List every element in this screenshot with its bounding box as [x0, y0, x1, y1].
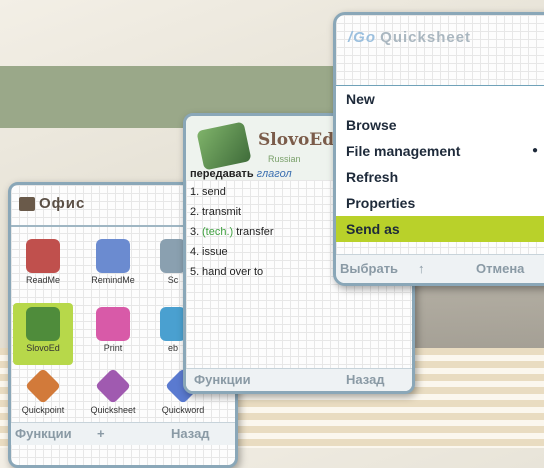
app-label: Sc — [167, 275, 179, 285]
softkey-bar: Функции Назад — [186, 368, 412, 391]
menu-item-file-management[interactable]: File management ● — [336, 138, 544, 164]
spreadsheet-icon — [94, 367, 132, 405]
app-label: Quickpoint — [21, 405, 65, 415]
softkey-select[interactable]: Выбрать — [340, 261, 398, 276]
menu-item-new[interactable]: New — [336, 86, 544, 112]
app-label: ReadMe — [25, 275, 61, 285]
app-label: Quicksheet — [90, 405, 136, 415]
menu-item-refresh[interactable]: Refresh — [336, 164, 544, 190]
screen-title: Офис — [39, 195, 86, 212]
list-item[interactable]: 5. hand over to — [190, 262, 274, 282]
app-quicksheet[interactable]: Quicksheet — [83, 365, 143, 427]
softkey-cancel[interactable]: Отмена — [476, 261, 524, 276]
app-label: eb — [167, 343, 178, 353]
softkey-bar: Функции + Назад — [11, 422, 235, 445]
phone-quicksheet-screen: /Go Quicksheet New Browse File managemen… — [333, 12, 544, 286]
headword: передавать глагол — [190, 168, 292, 180]
screen-title: /Go Quicksheet — [348, 29, 472, 46]
app-label: Print — [103, 343, 123, 353]
reminder-icon — [96, 239, 130, 273]
app-quickpoint[interactable]: Quickpoint — [13, 365, 73, 427]
part-of-speech: глагол — [256, 168, 292, 180]
headword-text: передавать — [190, 168, 254, 180]
app-readme[interactable]: ReadMe — [13, 235, 73, 297]
book-icon — [26, 239, 60, 273]
list-item[interactable]: 4. issue — [190, 242, 274, 262]
app-label: RemindMe — [91, 275, 135, 285]
list-item[interactable]: 3. (tech.) transfer — [190, 222, 274, 242]
folder-icon — [19, 197, 35, 211]
menu-item-browse[interactable]: Browse — [336, 112, 544, 138]
app-name: SlovoEd — [258, 130, 335, 150]
softkey-middle[interactable]: + — [97, 426, 105, 441]
list-item[interactable]: 2. transmit — [190, 202, 274, 222]
submenu-arrow-icon: ● — [531, 145, 538, 156]
presentation-icon — [24, 367, 62, 405]
translation-list: 1. send 2. transmit 3. (tech.) transfer 4. i… — [190, 182, 274, 282]
softkey-options[interactable]: Функции — [194, 372, 251, 387]
app-label: Quickword — [161, 405, 205, 415]
app-slovoed[interactable]: SlovoEd — [13, 303, 73, 365]
app-label: SlovoEd — [26, 343, 60, 353]
menu-item-properties[interactable]: Properties — [336, 190, 544, 216]
options-menu: New Browse File management ● Refresh Pro… — [336, 85, 544, 242]
usage-tag: (tech.) — [202, 226, 234, 238]
softkey-bar: Выбрать ↑ Отмена — [336, 254, 544, 283]
softkey-back[interactable]: Назад — [171, 426, 210, 441]
printer-icon — [96, 307, 130, 341]
menu-item-send-as[interactable]: Send as — [336, 216, 544, 242]
dictionary-icon — [26, 307, 60, 341]
language-label: Russian — [268, 154, 301, 164]
app-remindme[interactable]: RemindMe — [83, 235, 143, 297]
softkey-options[interactable]: Функции — [15, 426, 72, 441]
app-print[interactable]: Print — [83, 303, 143, 365]
dictionary-logo-icon — [196, 121, 252, 171]
softkey-back[interactable]: Назад — [346, 372, 385, 387]
list-item[interactable]: 1. send — [190, 182, 274, 202]
softkey-up-arrow-icon[interactable]: ↑ — [418, 261, 425, 276]
